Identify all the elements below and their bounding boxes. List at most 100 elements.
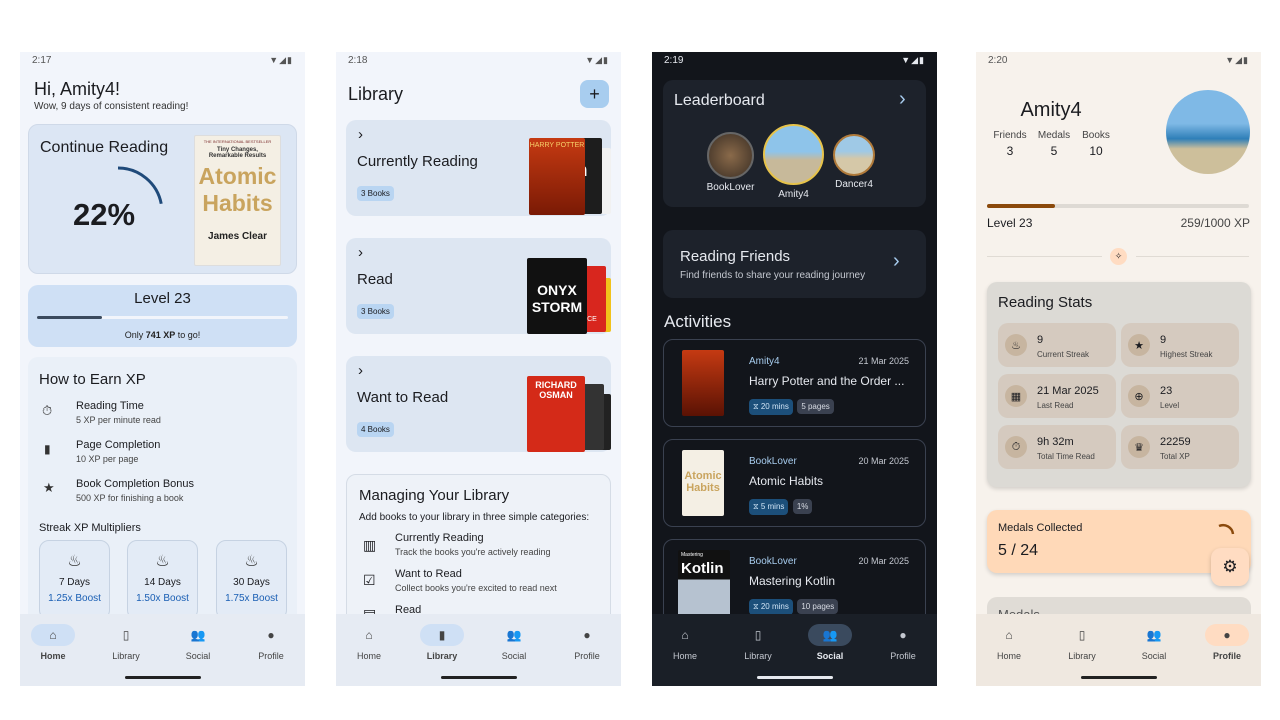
multiplier-days: 14 Days [144, 577, 181, 588]
earn-item-desc: 10 XP per page [76, 454, 139, 464]
status-time: 2:18 [348, 55, 368, 66]
shelf-count: 3 Books [357, 301, 394, 319]
leaderboard-title: Leaderboard [674, 92, 765, 109]
shelf-card[interactable]: › Currently Reading 3 Books in HARRY POT… [346, 120, 611, 216]
timer-icon: ⏱ [42, 403, 53, 418]
open-book-icon: ▥ [363, 537, 377, 553]
nav-library[interactable]: ▯ Library [96, 624, 156, 661]
trophy-icon: ♛ [1128, 436, 1150, 458]
nav-home[interactable]: ⌂ Home [979, 624, 1039, 661]
level-progress-track [37, 316, 288, 319]
continue-reading-card[interactable]: Continue Reading 22% THE INTERNATIONAL B… [28, 124, 297, 274]
chevron-right-icon: › [358, 126, 363, 143]
social-screen: 2:19 ▼◢▮ Leaderboard › BookLover Amity4 … [652, 52, 937, 686]
nav-profile[interactable]: ● Profile [1197, 624, 1257, 661]
cover-top-line: THE INTERNATIONAL BESTSELLER [203, 139, 272, 144]
reading-stats-title: Reading Stats [998, 294, 1093, 311]
gesture-handle [441, 676, 517, 679]
nav-home[interactable]: ⌂ Home [23, 624, 83, 661]
nav-profile[interactable]: ● Profile [241, 624, 301, 661]
nav-profile[interactable]: ● Profile [557, 624, 617, 661]
activity-card[interactable]: Atomic Habits BookLover 20 Mar 2025 Atomi… [663, 439, 926, 527]
leaderboard-card[interactable]: Leaderboard › BookLover Amity4 Dancer4 [663, 80, 926, 207]
reading-friends-card[interactable]: Reading Friends Find friends to share yo… [663, 230, 926, 298]
activity-tags: ⧖ 20 mins 10 pages [749, 596, 839, 615]
stat-tile: ▦ 21 Mar 2025 Last Read [998, 374, 1116, 418]
status-bar: 2:18 ▼◢▮ [348, 55, 609, 69]
people-icon: 👥 [1146, 628, 1162, 642]
avatar[interactable] [833, 134, 875, 176]
person-icon: ● [899, 628, 907, 642]
manage-item-desc: Collect books you're excited to read nex… [395, 583, 557, 593]
nav-library[interactable]: ▯ Library [1052, 624, 1112, 661]
duration-tag: ⧖ 20 mins [749, 599, 793, 615]
settings-gear-button[interactable]: ⚙ [1211, 548, 1249, 586]
shelf-name: Read [357, 271, 393, 288]
pages-tag: 1% [792, 499, 813, 514]
activity-user: BookLover [749, 556, 797, 567]
person-icon: ● [1205, 624, 1249, 646]
friends-desc: Find friends to share your reading journ… [680, 270, 866, 281]
avatar[interactable] [763, 124, 824, 185]
profile-stat: Friends 3 [993, 130, 1027, 158]
library-title: Library [348, 84, 404, 104]
library-screen: 2:18 ▼◢▮ Library + › Currently Reading 3… [336, 52, 621, 686]
activity-user: Amity4 [749, 356, 780, 367]
atomic-habits-cover[interactable]: THE INTERNATIONAL BESTSELLER Tiny Change… [194, 135, 281, 266]
activity-card[interactable]: Amity4 21 Mar 2025 Harry Potter and the … [663, 339, 926, 427]
chevron-right-icon: › [358, 244, 363, 261]
pages-tag: 5 pages [797, 399, 834, 414]
xp-progress-track [987, 204, 1249, 208]
avatar[interactable] [707, 132, 754, 179]
nav-social[interactable]: 👥 Social [484, 624, 544, 661]
manage-library-card: Managing Your Library Add books to your … [346, 474, 611, 624]
nav-library[interactable]: ▮ Library [412, 624, 472, 661]
multiplier-boost: 1.75x Boost [225, 593, 278, 604]
level-card: Level 23 Only 741 XP to go! [28, 285, 297, 347]
stat-tile: ★ 9 Highest Streak [1121, 323, 1239, 367]
earn-item-desc: 5 XP per minute read [76, 415, 161, 425]
nav-social[interactable]: 👥 Social [168, 624, 228, 661]
cover-title-line2: Habits [202, 190, 273, 216]
activity-book: Atomic Habits [749, 474, 824, 488]
nav-home[interactable]: ⌂ Home [339, 624, 399, 661]
reading-stats-card: Reading Stats ♨ 9 Current Streak ★ 9 Hig… [987, 282, 1251, 487]
nav-library[interactable]: ▯ Library [728, 624, 788, 661]
multiplier-boost: 1.50x Boost [136, 593, 189, 604]
stat-tile: ⏱ 9h 32m Total Time Read [998, 425, 1116, 469]
manage-item-desc: Track the books you're actively reading [395, 547, 551, 557]
leader-name: Amity4 [778, 189, 809, 200]
shelf-name: Want to Read [357, 389, 449, 406]
nav-profile[interactable]: ● Profile [873, 624, 933, 661]
manage-desc: Add books to your library in three simpl… [359, 512, 590, 523]
status-icons: ▼◢▮ [1225, 55, 1249, 65]
flame-icon: ♨ [1005, 334, 1027, 356]
shelf-card[interactable]: › Read 3 Books ICE ONYX STORM [346, 238, 611, 334]
activities-title: Activities [664, 312, 732, 331]
leader-name: Dancer4 [835, 179, 873, 190]
person-icon: ● [267, 628, 275, 642]
add-book-button[interactable]: + [580, 80, 609, 108]
cover-title-line1: Atomic [198, 163, 277, 189]
level-title: Level 23 [134, 290, 191, 307]
nav-home[interactable]: ⌂ Home [655, 624, 715, 661]
home-icon: ⌂ [31, 624, 75, 646]
book-cover: ONYX STORM [527, 258, 587, 334]
duration-tag: ⧖ 20 mins [749, 399, 793, 415]
star-icon: ★ [43, 480, 55, 495]
multiplier-days: 30 Days [233, 577, 270, 588]
checklist-icon: ☑ [363, 572, 376, 588]
shelf-card[interactable]: › Want to Read 4 Books RICHARD OSMAN [346, 356, 611, 452]
profile-screen: 2:20 ▼◢▮ Amity4 Friends 3 Medals 5 Books… [976, 52, 1261, 686]
xp-remaining-text: Only 741 XP to go! [124, 330, 201, 340]
book-cover [682, 350, 724, 416]
people-icon: 👥 [190, 628, 206, 642]
profile-stat: Medals 5 [1037, 130, 1071, 158]
profile-avatar[interactable] [1166, 90, 1250, 174]
continue-reading-title: Continue Reading [40, 139, 169, 156]
divider [987, 256, 1102, 257]
nav-social[interactable]: 👥 Social [1124, 624, 1184, 661]
earn-item-title: Book Completion Bonus [76, 478, 195, 490]
nav-social[interactable]: 👥 Social [800, 624, 860, 661]
profile-stat: Books 10 [1082, 130, 1110, 158]
